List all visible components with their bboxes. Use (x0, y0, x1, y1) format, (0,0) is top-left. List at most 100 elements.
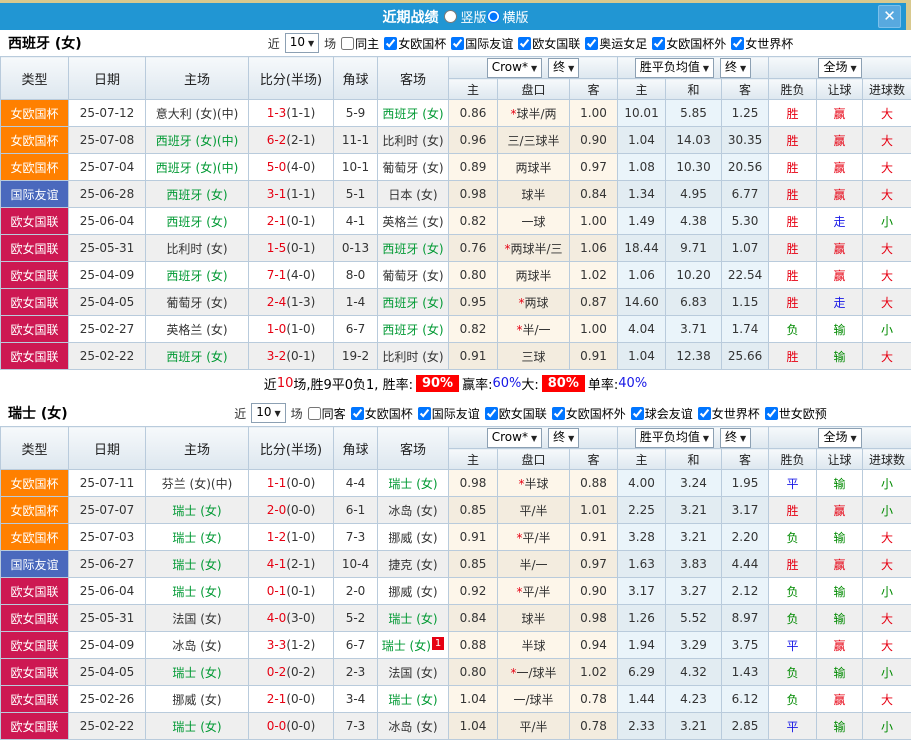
same-venue-filter[interactable]: 同主 (338, 35, 379, 52)
match-row: 欧女国联 25-02-22 西班牙 (女) 3-2(0-1) 19-2 比利时 (女) 0.… (0, 342, 911, 370)
avg-draw-odds: 4.32 (665, 658, 723, 686)
match-row: 女欧国杯 25-07-12 意大利 (女)(中) 1-3(1-1) 5-9 西班牙 (女)… (0, 99, 911, 127)
fulltime-score: 4-1 (266, 557, 287, 571)
competition-filter[interactable]: 世女欧预 (762, 405, 827, 422)
halftime-score: (2-1) (286, 133, 316, 147)
handicap-line: 一/球半 (497, 685, 570, 713)
final-wdl-select[interactable]: 终 ▼ (720, 427, 752, 448)
close-button[interactable]: ✕ (878, 5, 901, 28)
scope-select[interactable]: 全场 ▼ (818, 57, 862, 78)
view-mode-radio[interactable] (444, 10, 458, 23)
handicap-home-odds: 0.80 (448, 261, 498, 289)
competition-filter-checkbox[interactable] (484, 406, 498, 420)
odds-source-select[interactable]: Crow* ▼ (486, 57, 543, 78)
competition-filter-checkbox[interactable] (551, 406, 565, 420)
near-count-select[interactable]: 10 ▼ (251, 403, 286, 423)
competition-filter-checkbox[interactable] (697, 406, 711, 420)
fulltime-score: 5-0 (266, 160, 287, 174)
same-venue-filter-checkbox[interactable] (307, 406, 321, 420)
competition-filter[interactable]: 女欧国杯外 (549, 405, 626, 422)
final-odds-select[interactable]: 终 ▼ (548, 427, 580, 448)
handicap-line: *半球 (497, 469, 570, 497)
handicap-text: 一/球半 (513, 692, 554, 707)
competition-type-badge: 欧女国联 (0, 712, 69, 740)
summary-segment: 单率: (587, 377, 619, 393)
home-team: 西班牙 (女) (145, 261, 249, 289)
competition-filter-checkbox[interactable] (652, 36, 666, 50)
near-count-select[interactable]: 10 ▼ (284, 33, 320, 53)
view-mode-radio[interactable] (486, 10, 500, 23)
handicap-text: 球半 (521, 187, 546, 202)
same-venue-filter[interactable]: 同客 (305, 405, 346, 422)
away-team-name: 日本 (女) (388, 187, 438, 202)
header-dropdown-group: Crow* ▼ 终 ▼ (447, 426, 619, 449)
competition-filter[interactable]: 女世界杯 (695, 405, 760, 422)
wdl-average-select[interactable]: 胜平负均值 ▼ (634, 57, 715, 78)
sub-column-header: 主 (448, 448, 498, 470)
match-date: 25-07-07 (68, 496, 146, 524)
view-mode-option[interactable]: 横版 (486, 7, 529, 26)
avg-lose-odds: 30.35 (721, 126, 770, 154)
handicap-result: 赢 (816, 234, 864, 262)
filter-row: 西班牙 (女) 近 10 ▼ 场 同主 女欧国杯 国际友谊 欧女国联 奥运女足 女欧国杯外 女世界杯 (0, 30, 911, 56)
column-header: 类型 (0, 56, 69, 100)
avg-draw-odds: 6.83 (665, 288, 723, 316)
goals-over-under: 大 (862, 126, 911, 154)
competition-filter[interactable]: 女世界杯 (728, 35, 793, 52)
competition-filter[interactable]: 女欧国杯 (348, 405, 413, 422)
match-row: 欧女国联 25-05-31 法国 (女) 4-0(3-0) 5-2 瑞士 (女) 0.84 球… (0, 604, 911, 632)
view-mode-option[interactable]: 竖版 (444, 7, 487, 26)
competition-filter[interactable]: 球会友谊 (628, 405, 693, 422)
handicap-away-odds: 0.87 (568, 288, 619, 316)
summary-segment: 场,胜9平0负1, 胜率: (293, 377, 413, 393)
scope-select[interactable]: 全场 ▼ (818, 427, 862, 448)
match-result: 胜 (768, 261, 818, 289)
match-row: 国际友谊 25-06-28 西班牙 (女) 3-1(1-1) 5-1 日本 (女) 0.98… (0, 180, 911, 208)
competition-filter-checkbox[interactable] (384, 36, 398, 50)
competition-filter-checkbox[interactable] (585, 36, 599, 50)
chevron-down-icon: ▼ (850, 63, 857, 73)
competition-filter-checkbox[interactable] (451, 36, 465, 50)
competition-filter[interactable]: 欧女国联 (515, 35, 580, 52)
home-team: 芬兰 (女)(中) (145, 469, 249, 497)
competition-filter-checkbox[interactable] (350, 406, 364, 420)
competition-filter[interactable]: 欧女国联 (482, 405, 547, 422)
competition-filter-checkbox[interactable] (417, 406, 431, 420)
handicap-line: 平/半 (497, 712, 570, 740)
avg-lose-odds: 22.54 (721, 261, 770, 289)
switzerland-section: 瑞士 (女) 近 10 ▼ 场同客 女欧国杯 国际友谊 欧女国联 女欧国杯外 球会友谊 女世界杯 世女… (0, 400, 911, 740)
unit-label: 场 (324, 36, 337, 51)
competition-filter[interactable]: 国际友谊 (415, 405, 480, 422)
table-header: 类型 日期 主场 比分(半场) 角球 客场 Crow* ▼ 终 ▼ 胜平负均值 ▼ 终 ▼ 全场 ▼ 主盘口客主… (0, 56, 911, 100)
competition-filter-checkbox[interactable] (630, 406, 644, 420)
match-date: 25-07-11 (68, 469, 146, 497)
sub-column-header: 客 (568, 78, 619, 100)
handicap-line: *球半/两 (497, 99, 570, 127)
competition-filter[interactable]: 奥运女足 (582, 35, 647, 52)
handicap-text: 半/一 (519, 557, 548, 572)
competition-filter-checkbox[interactable] (518, 36, 532, 50)
final-wdl-select[interactable]: 终 ▼ (720, 57, 752, 78)
away-team: 比利时 (女) (377, 342, 449, 370)
handicap-result: 输 (816, 523, 864, 551)
halftime-score: (0-0) (286, 476, 316, 490)
competition-filter[interactable]: 女欧国杯 (381, 35, 446, 52)
competition-type-badge: 欧女国联 (0, 685, 69, 713)
away-team: 瑞士 (女) 1 (377, 631, 449, 659)
competition-filter[interactable]: 国际友谊 (448, 35, 513, 52)
competition-filter-checkbox[interactable] (764, 406, 778, 420)
same-venue-filter-checkbox[interactable] (341, 36, 355, 50)
avg-win-odds: 1.34 (617, 180, 667, 208)
odds-source-select[interactable]: Crow* ▼ (486, 427, 543, 448)
wdl-average-select[interactable]: 胜平负均值 ▼ (634, 427, 715, 448)
header-row-top: 类型 日期 主场 比分(半场) 角球 客场 Crow* ▼ 终 ▼ 胜平负均值 ▼ 终 ▼ 全场 ▼ (0, 426, 911, 470)
final-odds-select[interactable]: 终 ▼ (548, 57, 580, 78)
avg-win-odds: 1.49 (617, 207, 667, 235)
sub-column-header: 胜负 (768, 448, 818, 470)
competition-filter[interactable]: 女欧国杯外 (649, 35, 726, 52)
handicap-away-odds: 1.00 (568, 207, 619, 235)
match-row: 女欧国杯 25-07-08 西班牙 (女)(中) 6-2(2-1) 11-1 比利时 (女… (0, 126, 911, 154)
handicap-line: 一球 (497, 207, 570, 235)
competition-filter-checkbox[interactable] (731, 36, 745, 50)
avg-lose-odds: 1.15 (721, 288, 770, 316)
